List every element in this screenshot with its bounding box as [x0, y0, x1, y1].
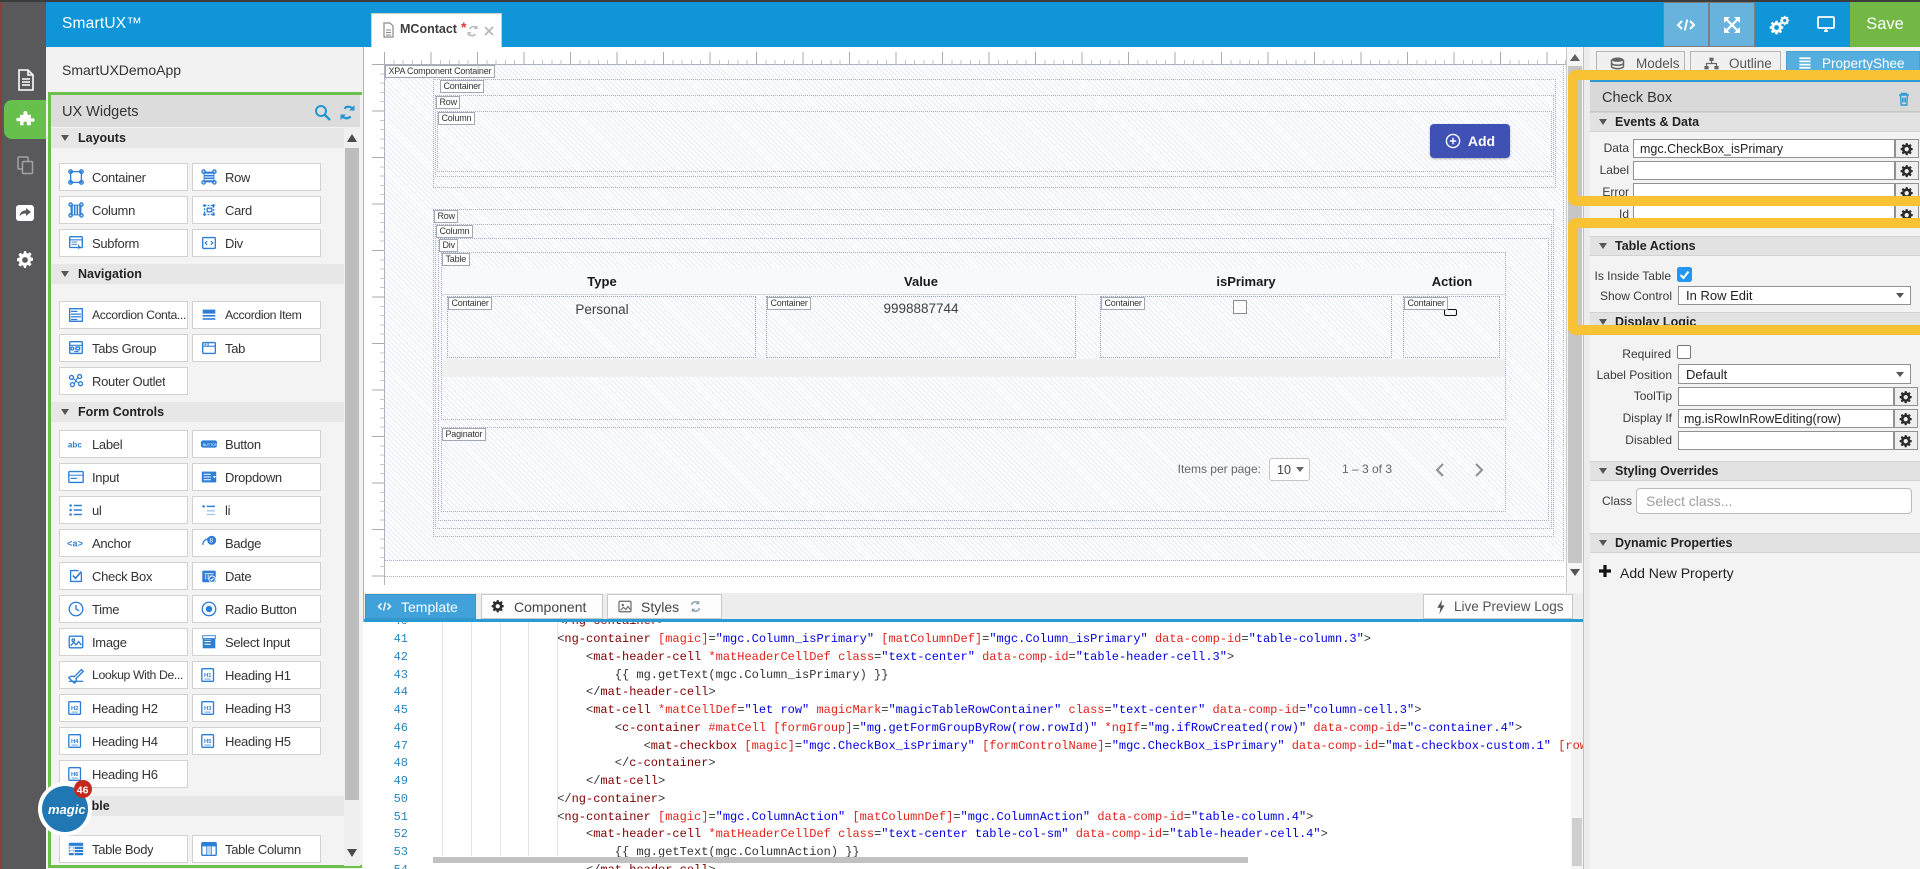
svg-text:H1: H1	[204, 673, 212, 679]
svg-text:8: 8	[210, 538, 214, 545]
svg-text:46: 46	[77, 784, 89, 796]
svg-text:abc: abc	[68, 441, 82, 450]
svg-text:BUTTON: BUTTON	[203, 443, 218, 447]
svg-text:H3: H3	[204, 706, 212, 712]
svg-text:H4: H4	[71, 739, 79, 745]
svg-text:H2: H2	[71, 706, 79, 712]
svg-text:magic: magic	[48, 802, 86, 817]
svg-text:<a>: <a>	[67, 540, 83, 550]
svg-text:H5: H5	[204, 739, 212, 745]
